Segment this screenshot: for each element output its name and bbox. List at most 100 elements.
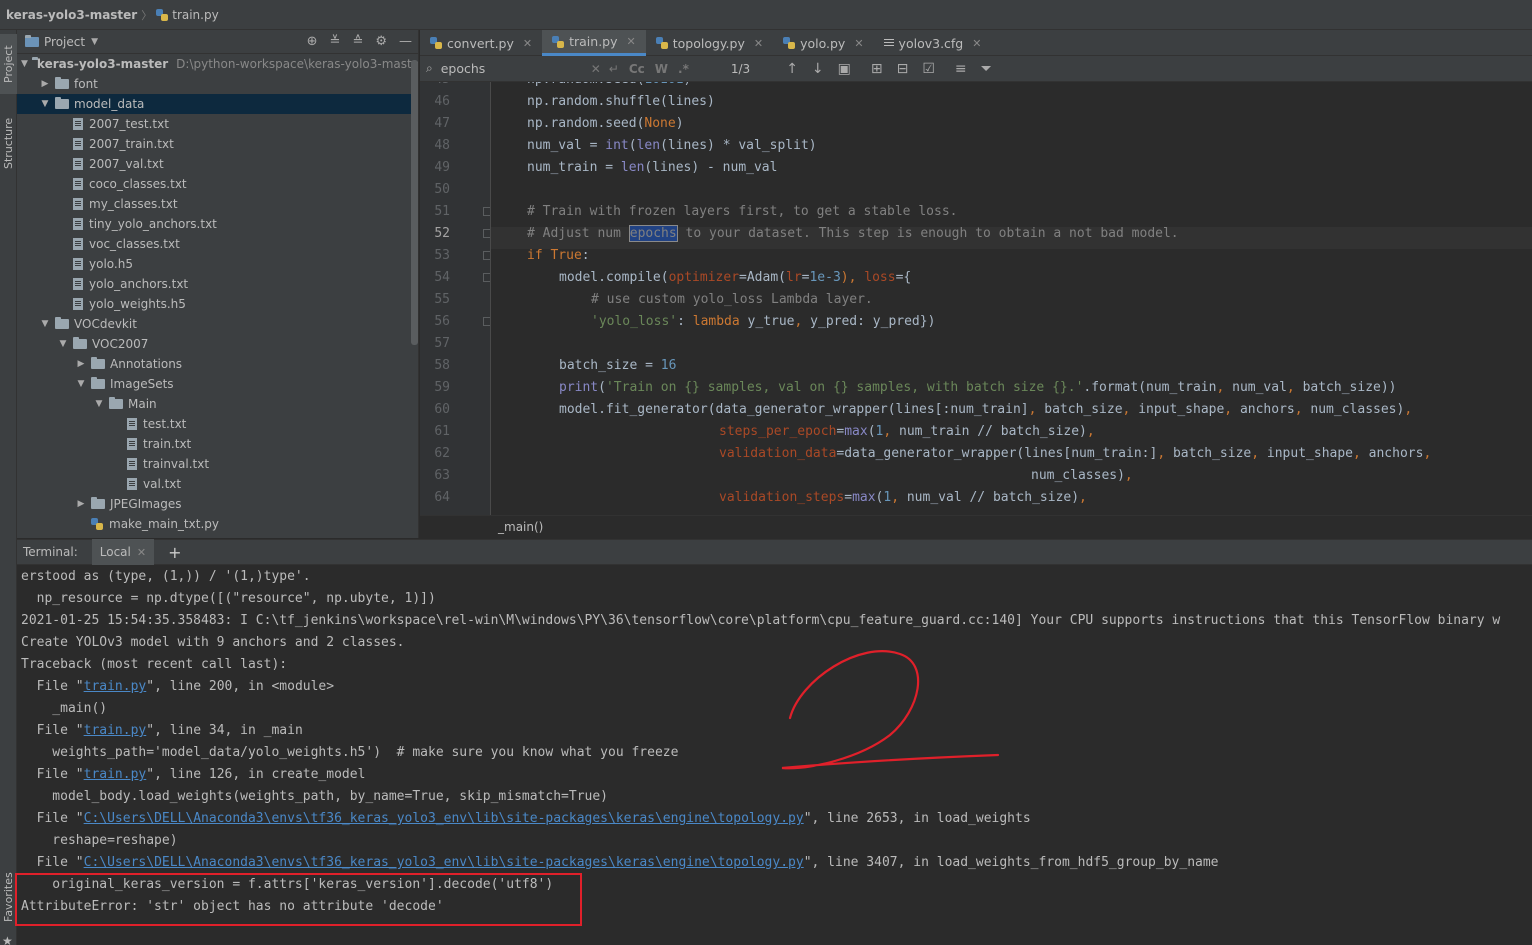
tree-folder[interactable]: ▶ Annotations [17, 354, 418, 374]
chevron-right-icon[interactable]: ▶ [75, 359, 87, 369]
code-line[interactable]: # Adjust num epochs to your dataset. Thi… [527, 223, 1179, 245]
arrow-down-icon[interactable]: ↓ [812, 61, 824, 77]
project-scrollbar[interactable] [411, 60, 418, 345]
tree-folder[interactable]: ▼ keras-yolo3-master D:\python-workspace\k… [17, 54, 418, 74]
project-panel-title[interactable]: Project [44, 35, 85, 49]
tree-file[interactable]: 2007_val.txt [17, 154, 418, 174]
tree-file[interactable]: trainval.txt [17, 454, 418, 474]
breadcrumb[interactable]: _main() [420, 515, 1532, 539]
fold-marker-icon[interactable] [483, 317, 490, 326]
chevron-right-icon[interactable]: ▶ [75, 499, 87, 509]
tree-file[interactable]: 2007_train.txt [17, 134, 418, 154]
remove-occurrence-icon[interactable]: ⊟ [897, 61, 909, 77]
add-occurrence-icon[interactable]: ⊞ [871, 61, 883, 77]
close-icon[interactable]: ✕ [972, 37, 981, 50]
tree-folder[interactable]: ▼ Main [17, 394, 418, 414]
close-icon[interactable]: ✕ [523, 37, 532, 50]
whole-words-toggle[interactable]: W [655, 62, 668, 76]
close-icon[interactable]: ✕ [627, 35, 636, 48]
chevron-down-icon[interactable]: ▼ [39, 319, 51, 329]
code-line[interactable]: np.random.seed(None) [527, 113, 684, 135]
file-link[interactable]: C:\Users\DELL\Anaconda3\envs\tf36_keras_… [84, 855, 804, 870]
search-icon[interactable]: ⌕ [426, 61, 433, 76]
tree-file[interactable]: train.txt [17, 434, 418, 454]
tree-file[interactable]: yolo_weights.h5 [17, 294, 418, 314]
file-link[interactable]: C:\Users\DELL\Anaconda3\envs\tf36_keras_… [84, 811, 804, 826]
chevron-right-icon[interactable]: ▶ [39, 79, 51, 89]
chevron-down-icon[interactable]: ▼ [21, 59, 28, 69]
code-line[interactable]: validation_data=data_generator_wrapper(l… [527, 443, 1431, 465]
chevron-down-icon[interactable]: ▼ [91, 37, 98, 47]
expand-all-icon[interactable]: ≚ [330, 34, 341, 49]
tree-file[interactable]: make_main_txt.py [17, 514, 418, 534]
tree-folder[interactable]: ▼ model_data [17, 94, 418, 114]
fold-marker-icon[interactable] [483, 273, 490, 282]
nav-project-name[interactable]: keras-yolo3-master [6, 8, 137, 22]
terminal-tab-local[interactable]: Local ✕ [91, 539, 155, 565]
code-line[interactable]: batch_size = 16 [527, 355, 676, 377]
arrow-up-icon[interactable]: ↑ [786, 61, 798, 77]
collapse-all-icon[interactable]: ≙ [352, 34, 363, 49]
code-line[interactable]: print('Train on {} samples, val on {} sa… [527, 377, 1397, 399]
editor-tab[interactable]: convert.py ✕ [420, 30, 542, 56]
tree-folder[interactable]: ▼ ImageSets [17, 374, 418, 394]
fold-marker-icon[interactable] [483, 207, 490, 216]
close-icon[interactable]: ✕ [754, 37, 763, 50]
match-case-toggle[interactable]: Cc [629, 62, 645, 76]
tree-folder[interactable]: ▶ font [17, 74, 418, 94]
editor-tab[interactable]: topology.py ✕ [646, 30, 773, 56]
code-line[interactable]: np.random.seed(10101) [527, 82, 691, 91]
tree-file[interactable]: yolo_anchors.txt [17, 274, 418, 294]
code-line[interactable]: # Train with frozen layers first, to get… [527, 201, 957, 223]
tree-file[interactable]: tiny_yolo_anchors.txt [17, 214, 418, 234]
breadcrumb-function[interactable]: _main() [498, 520, 543, 534]
code-line[interactable]: model.fit_generator(data_generator_wrapp… [527, 399, 1412, 421]
gear-icon[interactable]: ⚙ [375, 34, 387, 49]
code-line[interactable]: model.compile(optimizer=Adam(lr=1e-3), l… [527, 267, 911, 289]
editor-tab[interactable]: yolo.py ✕ [773, 30, 873, 56]
file-link[interactable]: train.py [84, 723, 147, 738]
file-link[interactable]: train.py [84, 767, 147, 782]
code-line[interactable]: validation_steps=max(1, num_val // batch… [527, 487, 1087, 509]
tree-folder[interactable]: ▶ JPEGImages [17, 494, 418, 514]
code-line[interactable]: # use custom yolo_loss Lambda layer. [527, 289, 873, 311]
editor-tab[interactable]: yolov3.cfg ✕ [874, 30, 992, 56]
filter-icon[interactable]: ⏷ [981, 61, 992, 77]
code-line[interactable]: if True: [527, 245, 590, 267]
minimize-icon[interactable]: — [399, 34, 412, 49]
open-in-window-icon[interactable]: ▣ [838, 61, 851, 77]
code-editor[interactable]: np.random.seed(10101)np.random.shuffle(l… [490, 82, 1532, 515]
new-line-icon[interactable]: ↵ [609, 62, 619, 76]
chevron-down-icon[interactable]: ▼ [57, 339, 69, 349]
file-link[interactable]: train.py [84, 679, 147, 694]
new-terminal-button[interactable]: + [168, 543, 181, 562]
editor-tab[interactable]: train.py ✕ [542, 30, 646, 56]
chevron-down-icon[interactable]: ▼ [75, 379, 87, 389]
fold-marker-icon[interactable] [483, 251, 490, 260]
tree-file[interactable]: yolo.h5 [17, 254, 418, 274]
regex-toggle[interactable]: .* [678, 62, 689, 76]
code-line[interactable]: steps_per_epoch=max(1, num_train // batc… [527, 421, 1095, 443]
nav-file-name[interactable]: train.py [172, 8, 218, 22]
clear-search-icon[interactable]: ✕ [591, 62, 601, 76]
structure-tool-tab[interactable]: Structure [0, 108, 17, 178]
tree-file[interactable]: test.txt [17, 414, 418, 434]
tree-file[interactable]: val.txt [17, 474, 418, 494]
code-line[interactable]: num_val = int(len(lines) * val_split) [527, 135, 817, 157]
tree-file[interactable]: voc_classes.txt [17, 234, 418, 254]
select-all-occurrences-icon[interactable]: ☑ [922, 61, 935, 77]
tree-folder[interactable]: ▼ VOCdevkit [17, 314, 418, 334]
chevron-down-icon[interactable]: ▼ [93, 399, 105, 409]
code-line[interactable]: num_train = len(lines) - num_val [527, 157, 777, 179]
tree-file[interactable]: coco_classes.txt [17, 174, 418, 194]
tree-file[interactable]: my_classes.txt [17, 194, 418, 214]
close-icon[interactable]: ✕ [854, 37, 863, 50]
search-input[interactable]: epochs [441, 61, 581, 76]
chevron-down-icon[interactable]: ▼ [39, 99, 51, 109]
code-line[interactable]: 'yolo_loss': lambda y_true, y_pred: y_pr… [527, 311, 935, 333]
tree-file[interactable]: 2007_test.txt [17, 114, 418, 134]
code-line[interactable]: num_classes), [527, 465, 1133, 487]
close-icon[interactable]: ✕ [137, 546, 146, 559]
fold-marker-icon[interactable] [483, 229, 490, 238]
code-line[interactable]: np.random.shuffle(lines) [527, 91, 715, 113]
